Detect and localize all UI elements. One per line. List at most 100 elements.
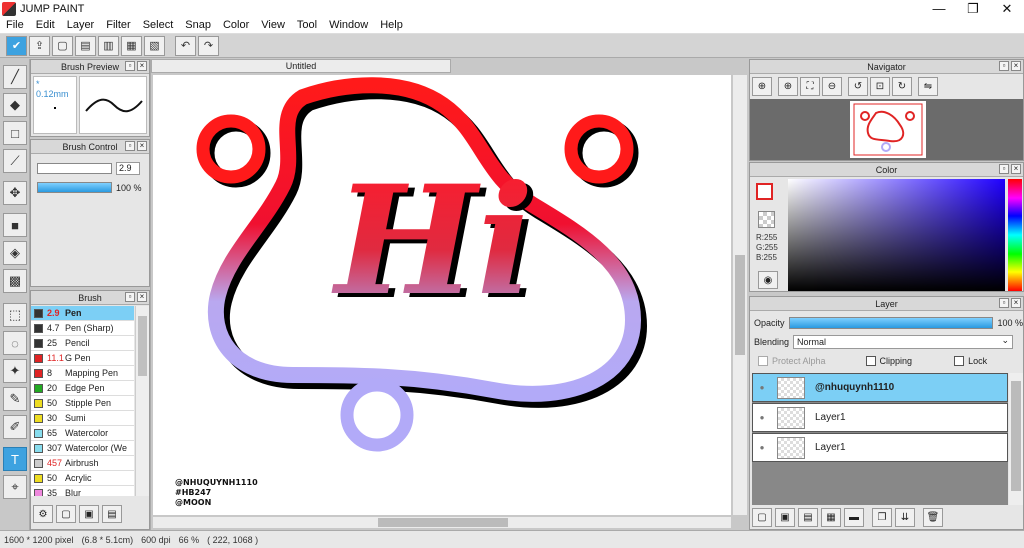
menu-snap[interactable]: Snap xyxy=(179,19,217,31)
close-icon[interactable]: × xyxy=(137,141,147,151)
float-icon[interactable]: ▫ xyxy=(125,141,135,151)
brush-item[interactable]: 30 Sumi xyxy=(31,411,134,426)
float-icon[interactable]: ▫ xyxy=(125,292,135,302)
menu-help[interactable]: Help xyxy=(374,19,409,31)
rotate-left-icon[interactable]: ↺ xyxy=(848,77,868,96)
redo-icon[interactable]: ↷ xyxy=(198,35,219,56)
brush-item[interactable]: 50 Stipple Pen xyxy=(31,396,134,411)
float-icon[interactable]: ▫ xyxy=(999,61,1009,71)
select-pen-icon[interactable]: ✎ xyxy=(3,387,27,411)
brush-item[interactable]: 457 Airbrush xyxy=(31,456,134,471)
bucket-tool-icon[interactable]: ◈ xyxy=(3,241,27,265)
transparent-color-swatch[interactable] xyxy=(758,211,775,228)
message-icon[interactable]: ▤ xyxy=(75,35,96,56)
close-button[interactable]: ✕ xyxy=(990,0,1024,17)
lasso-select-icon[interactable]: ◌ xyxy=(3,331,27,355)
brush-export-icon[interactable]: ▤ xyxy=(102,505,122,523)
fill-rect-tool-icon[interactable]: ■ xyxy=(3,213,27,237)
maximize-button[interactable]: ❐ xyxy=(956,0,990,17)
new-layer-8bit-icon[interactable]: ▣ xyxy=(775,508,795,527)
clipping-checkbox[interactable] xyxy=(865,356,876,366)
palette-icon[interactable]: ◉ xyxy=(758,271,778,289)
close-icon[interactable]: × xyxy=(1011,298,1021,308)
menu-edit[interactable]: Edit xyxy=(30,19,61,31)
brush-item[interactable]: 25 Pencil xyxy=(31,336,134,351)
close-icon[interactable]: × xyxy=(137,292,147,302)
lock-checkbox[interactable] xyxy=(954,356,965,366)
magic-wand-icon[interactable]: ✦ xyxy=(3,359,27,383)
blending-mode-select[interactable]: Normal xyxy=(793,334,1014,349)
visibility-icon[interactable]: ● xyxy=(753,443,771,452)
navigator-preview-area[interactable] xyxy=(750,99,1023,160)
layer-list-scrollbar[interactable] xyxy=(1009,373,1023,505)
close-icon[interactable]: × xyxy=(1011,61,1021,71)
new-brush-icon[interactable]: ▢ xyxy=(56,505,76,523)
protect-alpha-checkbox[interactable] xyxy=(758,356,768,366)
share-icon[interactable]: ⇪ xyxy=(29,35,50,56)
close-icon[interactable]: × xyxy=(1011,164,1021,174)
flip-icon[interactable]: ⇋ xyxy=(918,77,938,96)
reset-view-icon[interactable]: ⊡ xyxy=(870,77,890,96)
visibility-icon[interactable]: ● xyxy=(753,383,771,392)
minimize-button[interactable]: — xyxy=(922,0,956,17)
brush-item[interactable]: 2.9 Pen xyxy=(31,306,134,321)
select-eraser-icon[interactable]: ✐ xyxy=(3,415,27,439)
menu-layer[interactable]: Layer xyxy=(61,19,101,31)
layer-item[interactable]: ● Layer1 xyxy=(752,403,1008,432)
page-icon[interactable]: ▥ xyxy=(98,35,119,56)
drawing-canvas[interactable]: Hi Hi @NHUQUYNH1110 #HB247 @MOON xyxy=(153,75,731,515)
undo-icon[interactable]: ↶ xyxy=(175,35,196,56)
duplicate-layer-icon[interactable]: ❐ xyxy=(872,508,892,527)
menu-view[interactable]: View xyxy=(255,19,291,31)
brush-opacity-slider[interactable] xyxy=(37,182,112,193)
float-icon[interactable]: ▫ xyxy=(999,164,1009,174)
brush-item[interactable]: 50 Acrylic xyxy=(31,471,134,486)
eyedropper-tool-icon[interactable]: ⌖ xyxy=(3,475,27,499)
halftone-layer-icon[interactable]: ▦ xyxy=(821,508,841,527)
canvas-horizontal-scrollbar[interactable] xyxy=(153,517,731,528)
brush-item[interactable]: 35 Blur xyxy=(31,486,134,496)
brush-item[interactable]: 4.7 Pen (Sharp) xyxy=(31,321,134,336)
trash-icon[interactable]: 🗑 xyxy=(923,508,943,527)
pages-icon[interactable]: ▦ xyxy=(121,35,142,56)
comment-icon[interactable]: ▢ xyxy=(52,35,73,56)
layer-opacity-slider[interactable] xyxy=(788,317,994,329)
menu-filter[interactable]: Filter xyxy=(100,19,136,31)
saturation-value-picker[interactable] xyxy=(788,179,1005,291)
float-icon[interactable]: ▫ xyxy=(125,61,135,71)
text-tool-icon[interactable]: T xyxy=(3,447,27,471)
menu-file[interactable]: File xyxy=(0,19,30,31)
brush-item[interactable]: 20 Edge Pen xyxy=(31,381,134,396)
brush-item[interactable]: 65 Watercolor xyxy=(31,426,134,441)
brush-list-scrollbar[interactable] xyxy=(135,306,149,496)
float-icon[interactable]: ▫ xyxy=(999,298,1009,308)
merge-layer-icon[interactable]: ⇊ xyxy=(895,508,915,527)
brush-item[interactable]: 11.1 G Pen xyxy=(31,351,134,366)
menu-window[interactable]: Window xyxy=(323,19,374,31)
fit-screen-icon[interactable]: ⛶ xyxy=(800,77,820,96)
zoom-icon[interactable]: ⊕ xyxy=(752,77,772,96)
visibility-icon[interactable]: ● xyxy=(753,413,771,422)
hue-slider[interactable] xyxy=(1008,179,1022,291)
brush-size-slider[interactable] xyxy=(37,163,112,174)
rotate-right-icon[interactable]: ↻ xyxy=(892,77,912,96)
foreground-color-swatch[interactable] xyxy=(756,183,773,200)
brush-settings-icon[interactable]: ⚙ xyxy=(33,505,53,523)
new-layer-icon[interactable]: ▢ xyxy=(752,508,772,527)
folder-icon[interactable]: ▬ xyxy=(844,508,864,527)
pen-tool-icon[interactable]: ╱ xyxy=(3,65,27,89)
brush-menu-icon[interactable]: ▣ xyxy=(79,505,99,523)
zoom-out-icon[interactable]: ⊖ xyxy=(822,77,842,96)
cloud-check-icon[interactable]: ✔ xyxy=(6,35,27,56)
menu-select[interactable]: Select xyxy=(137,19,180,31)
zoom-in-icon[interactable]: ⊕ xyxy=(778,77,798,96)
tab-untitled[interactable]: Untitled xyxy=(151,59,451,73)
line-tool-icon[interactable]: ⟋ xyxy=(3,149,27,173)
gradient-tool-icon[interactable]: ▩ xyxy=(3,269,27,293)
layer-item[interactable]: ● @nhuquynh1110 xyxy=(752,373,1008,402)
close-icon[interactable]: × xyxy=(137,61,147,71)
canvas-vertical-scrollbar[interactable] xyxy=(733,75,747,515)
move-tool-icon[interactable]: ✥ xyxy=(3,181,27,205)
menu-color[interactable]: Color xyxy=(217,19,255,31)
edit-list-icon[interactable]: ▧ xyxy=(144,35,165,56)
